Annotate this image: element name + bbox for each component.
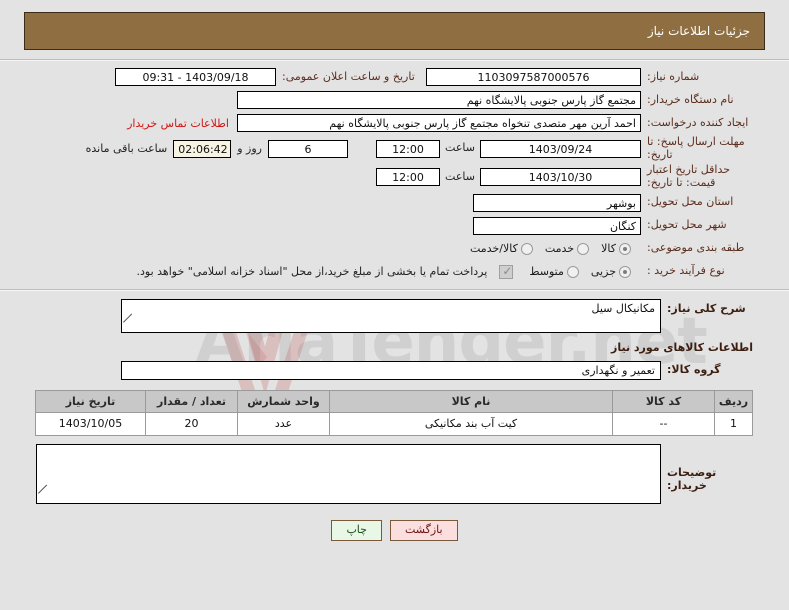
notes-resize-handle-icon[interactable] (38, 493, 48, 503)
action-buttons: بازگشت چاپ (0, 519, 789, 541)
resize-handle-icon[interactable] (123, 322, 133, 332)
price-validity-hour-label: ساعت (445, 169, 475, 183)
radio-category-goods-label: کالا (601, 242, 616, 256)
need-info-form: شماره نیاز: 1103097587000576 تاریخ و ساع… (0, 61, 789, 282)
row-price-validity: حداقل تاریخ اعتبار قیمت: تا تاریخ: 1403/… (36, 163, 753, 189)
row-buyer-org: نام دستگاه خریدار: مجتمع گاز پارس جنوبی … (36, 90, 753, 110)
row-process-type: نوع فرآیند خرید : جزیی متوسط پرداخت تمام… (36, 262, 753, 282)
cell-unit: عدد (237, 411, 330, 436)
th-quantity: تعداد / مقدار (145, 389, 238, 413)
time-remaining-countdown: 02:06:42 (173, 139, 232, 158)
page-title-bar: جزئیات اطلاعات نیاز (24, 12, 765, 50)
back-button[interactable]: بازگشت (389, 519, 458, 541)
cell-goods-name: کیت آب بند مکانیکی (329, 411, 613, 436)
islamic-treasury-note: پرداخت تمام یا بخشی از مبلغ خرید،از محل … (136, 265, 488, 279)
buyer-notes-section: توضیحات خریدار: (0, 436, 789, 504)
goods-table: ردیف کد کالا نام کالا واحد شمارش تعداد /… (35, 389, 753, 436)
city-label: شهر محل تحویل: (647, 218, 727, 232)
goods-group-input[interactable]: تعمیر و نگهداری (121, 360, 661, 380)
row-goods-group: گروه کالا: تعمیر و نگهداری (36, 360, 753, 380)
th-goods-code: کد کالا (612, 389, 715, 413)
requester-input[interactable]: احمد آرین مهر متصدی تنخواه مجتمع گاز پار… (237, 114, 641, 132)
cell-radif: 1 (714, 411, 753, 436)
public-announce-label: تاریخ و ساعت اعلان عمومی: (282, 69, 415, 83)
buyer-notes-label: توضیحات خریدار: (667, 465, 717, 492)
province-input[interactable]: بوشهر (473, 193, 641, 212)
goods-section-title: اطلاعات کالاهای مورد نیاز (611, 340, 753, 354)
table-header-row: ردیف کد کالا نام کالا واحد شمارش تعداد /… (35, 389, 753, 413)
th-need-date: تاریخ نیاز (35, 389, 146, 413)
row-need-number: شماره نیاز: 1103097587000576 تاریخ و ساع… (36, 67, 753, 87)
cell-goods-code: -- (612, 411, 715, 436)
print-button[interactable]: چاپ (331, 519, 382, 541)
goods-table-container: ردیف کد کالا نام کالا واحد شمارش تعداد /… (0, 384, 789, 436)
need-summary-value: مکانیکال سیل (591, 301, 655, 315)
row-category: طبقه بندی موضوعی: کالا خدمت کالا/خدمت (36, 239, 753, 259)
remaining-suffix-label: ساعت باقی مانده (85, 142, 168, 156)
radio-category-service[interactable] (577, 242, 590, 255)
row-province: استان محل تحویل: بوشهر (36, 193, 753, 213)
table-row: 1 -- کیت آب بند مکانیکی عدد 20 1403/10/0… (35, 411, 753, 436)
description-section: شرح کلی نیاز: مکانیکال سیل (0, 291, 789, 333)
radio-process-medium-label: متوسط (529, 265, 564, 279)
need-number-input[interactable]: 1103097587000576 (426, 68, 641, 86)
days-remaining-input[interactable]: 6 (268, 139, 348, 158)
response-deadline-time-input[interactable]: 12:00 (376, 139, 440, 158)
page-title: جزئیات اطلاعات نیاز (647, 24, 750, 38)
days-word-label: روز و (237, 142, 262, 156)
radio-process-minor-label: جزیی (590, 265, 616, 279)
category-label: طبقه بندی موضوعی: (647, 241, 745, 255)
radio-category-service-label: خدمت (544, 242, 575, 256)
city-input[interactable]: کنگان (473, 216, 641, 235)
goods-group-section: گروه کالا: تعمیر و نگهداری (0, 359, 789, 380)
row-response-deadline: مهلت ارسال پاسخ: تا تاریخ: 1403/09/24 سا… (36, 135, 753, 161)
process-type-label: نوع فرآیند خرید : (647, 264, 725, 278)
checkbox-islamic-treasury-bonds[interactable] (499, 264, 514, 279)
province-label: استان محل تحویل: (647, 195, 734, 209)
cell-quantity: 20 (145, 411, 238, 436)
radio-category-goods[interactable] (619, 242, 631, 255)
need-summary-textarea[interactable]: مکانیکال سیل (121, 298, 661, 333)
buyer-notes-textarea[interactable] (36, 443, 661, 504)
response-deadline-label: مهلت ارسال پاسخ: تا تاریخ: (647, 135, 745, 161)
row-need-summary: شرح کلی نیاز: مکانیکال سیل (36, 298, 753, 333)
th-unit: واحد شمارش (237, 389, 330, 413)
buyer-org-input[interactable]: مجتمع گاز پارس جنوبی پالایشگاه نهم (237, 91, 641, 109)
price-validity-label: حداقل تاریخ اعتبار قیمت: تا تاریخ: (647, 163, 731, 189)
response-deadline-date-input[interactable]: 1403/09/24 (480, 139, 641, 158)
response-deadline-hour-label: ساعت (445, 141, 475, 155)
radio-process-minor[interactable] (619, 265, 631, 278)
price-validity-time-input[interactable]: 12:00 (376, 167, 440, 186)
public-announce-datetime-input[interactable]: 09:31 - 1403/09/18 (115, 68, 276, 86)
requester-label: ایجاد کننده درخواست: (647, 115, 749, 129)
radio-category-goods-service-label: کالا/خدمت (470, 242, 518, 256)
row-city: شهر محل تحویل: کنگان (36, 216, 753, 236)
need-number-label: شماره نیاز: (647, 69, 700, 83)
row-requester: ایجاد کننده درخواست: احمد آرین مهر متصدی… (36, 113, 753, 133)
buyer-contact-link[interactable]: اطلاعات تماس خریدار (119, 117, 237, 130)
price-validity-date-input[interactable]: 1403/10/30 (480, 167, 641, 186)
radio-category-goods-service[interactable] (520, 242, 533, 255)
radio-process-medium[interactable] (566, 265, 579, 278)
goods-group-label: گروه کالا: (667, 362, 721, 376)
buyer-org-label: نام دستگاه خریدار: (647, 92, 734, 106)
th-radif: ردیف (714, 389, 753, 413)
th-goods-name: نام کالا (329, 389, 613, 413)
cell-need-date: 1403/10/05 (35, 411, 146, 436)
need-summary-label: شرح کلی نیاز: (667, 301, 746, 315)
